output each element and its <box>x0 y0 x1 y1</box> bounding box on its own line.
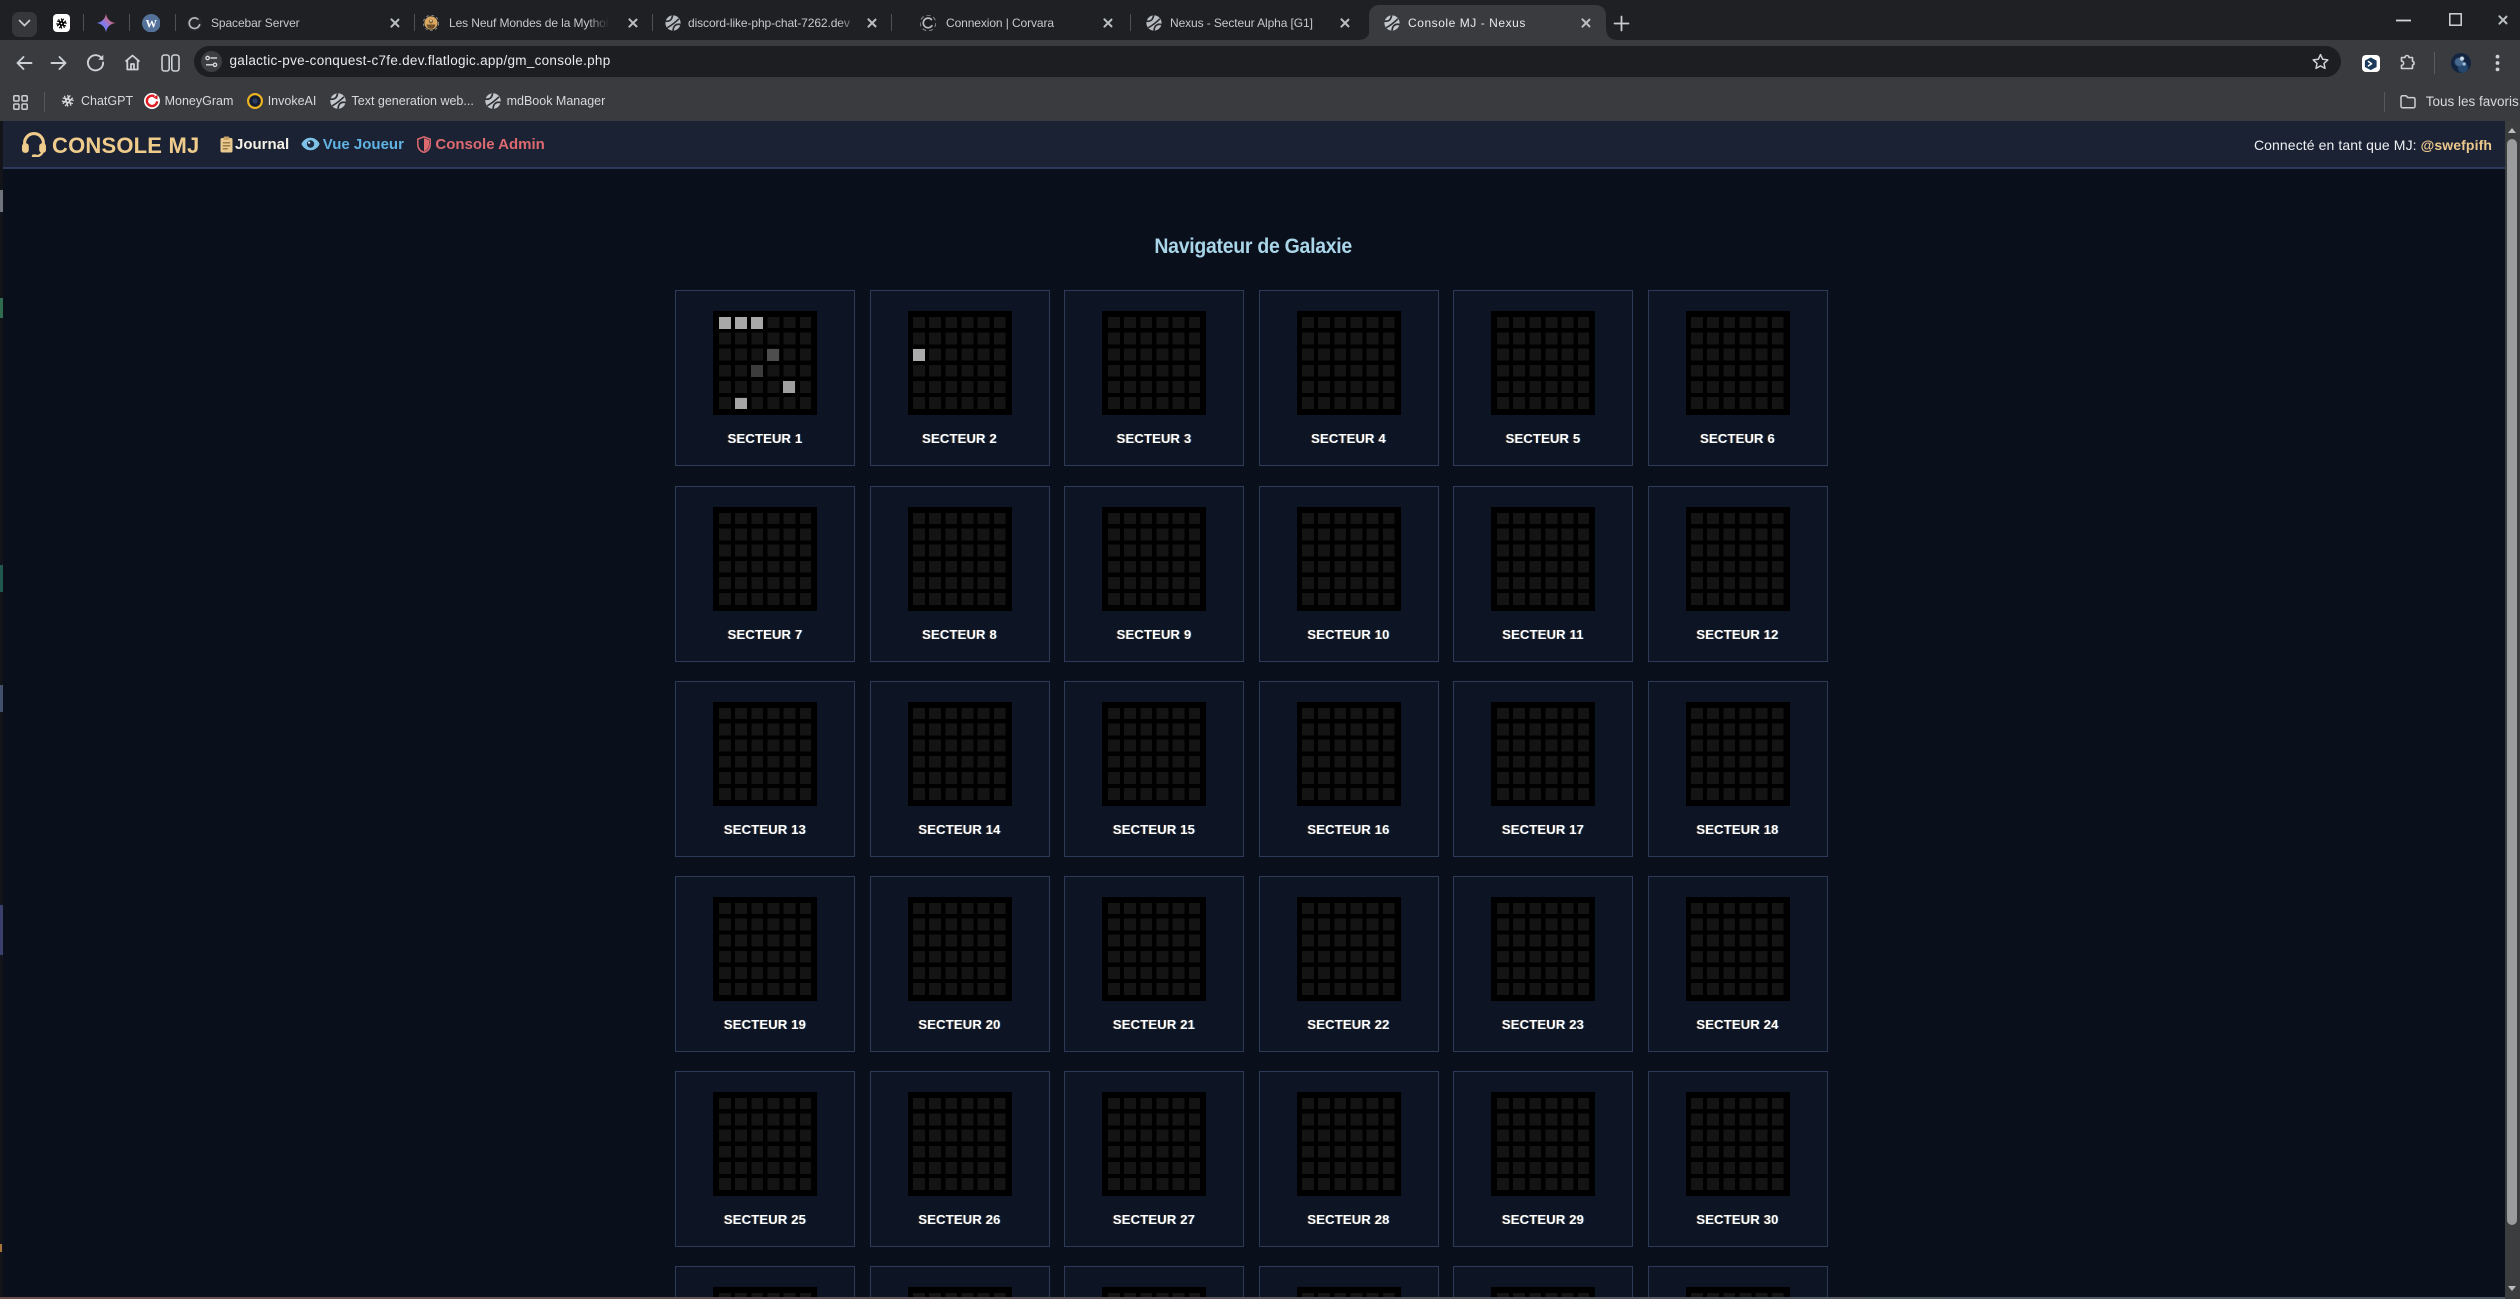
svg-text:W: W <box>145 18 157 30</box>
